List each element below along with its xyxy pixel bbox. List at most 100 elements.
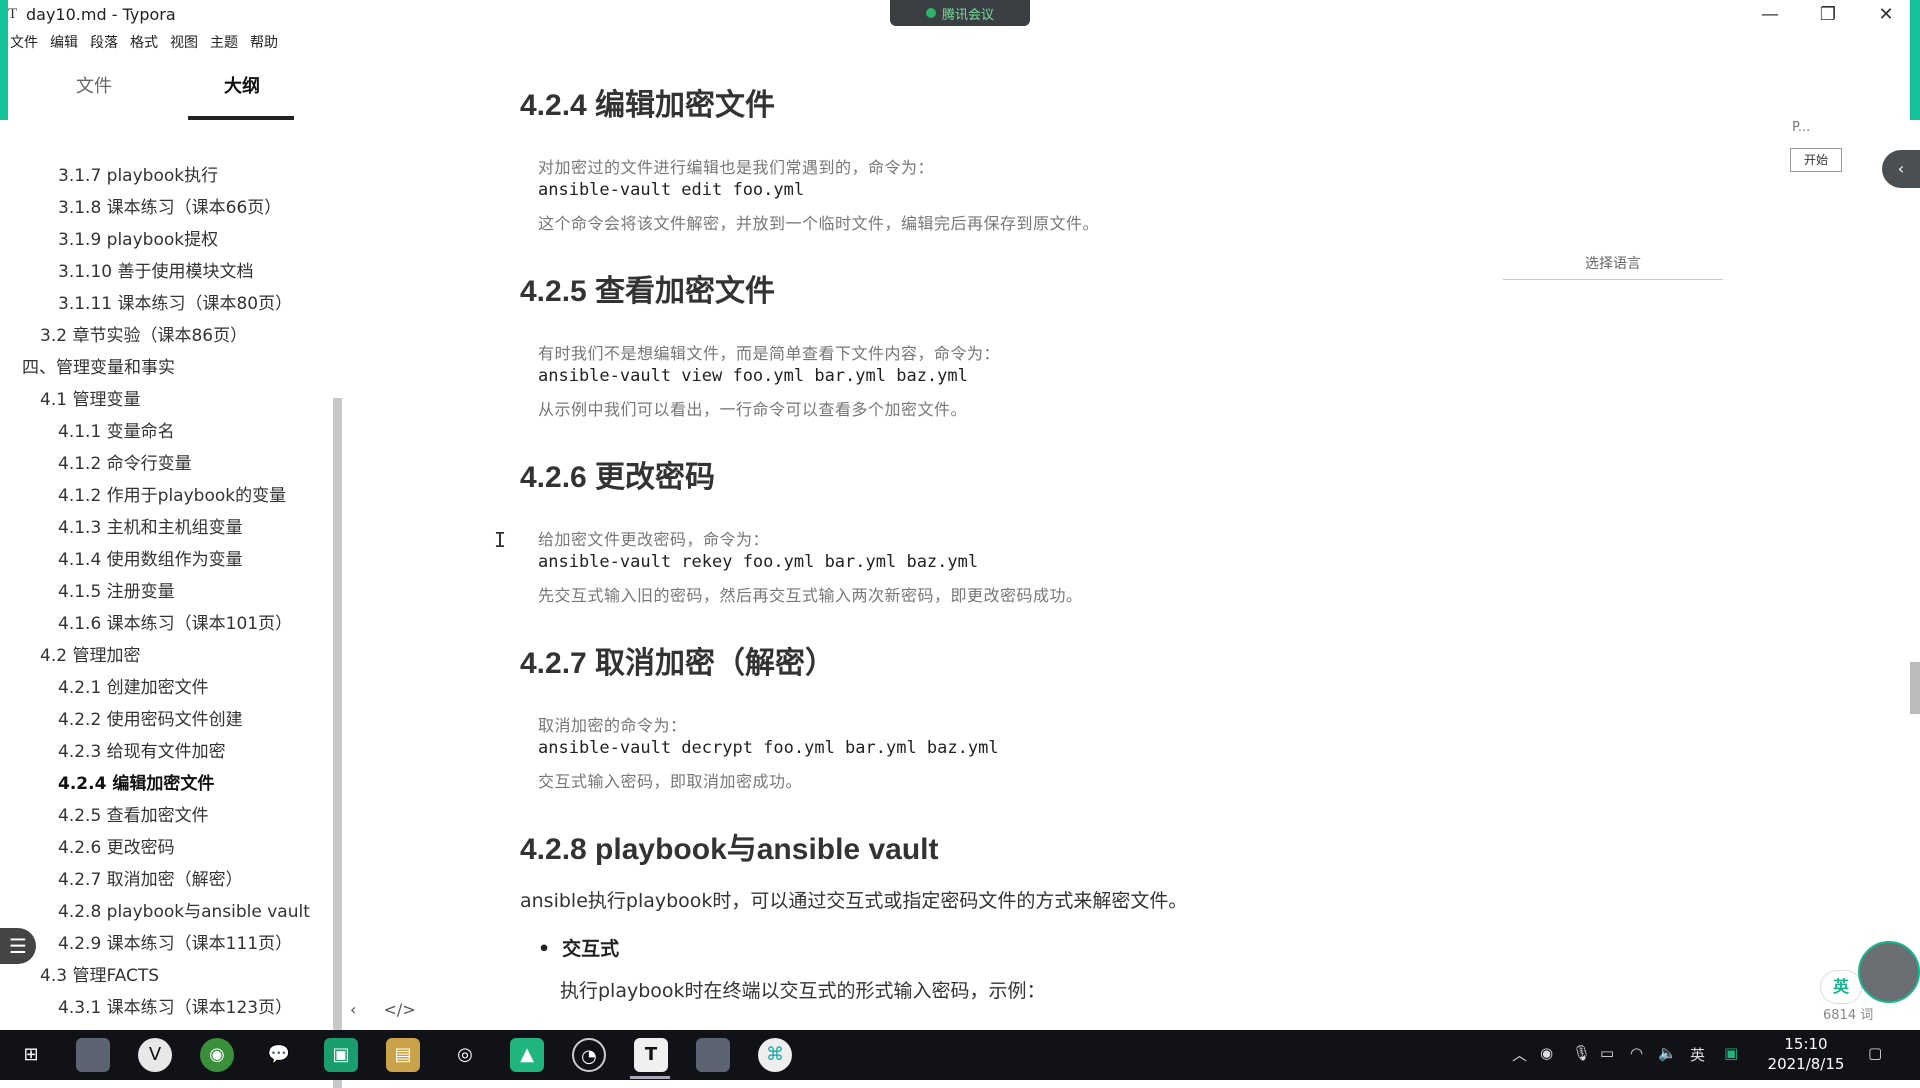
- paragraph-4-2-5-intro[interactable]: 有时我们不是想编辑文件，而是简单查看下文件内容，命令为：: [538, 340, 1000, 364]
- heading-4-2-5[interactable]: 4.2.5 查看加密文件: [520, 266, 775, 310]
- paragraph-4-2-7-intro[interactable]: 取消加密的命令为：: [538, 712, 687, 736]
- browser-v-icon[interactable]: V: [138, 1038, 172, 1072]
- outline-item[interactable]: 3.1.7 playbook执行: [8, 160, 328, 192]
- heading-4-2-7[interactable]: 4.2.7 取消加密（解密）: [520, 638, 835, 682]
- player-app-icon[interactable]: ◔: [572, 1038, 606, 1072]
- outline-item[interactable]: 4.2.1 创建加密文件: [8, 672, 328, 704]
- outline-item[interactable]: 4.1.3 主机和主机组变量: [8, 512, 328, 544]
- outline-toggle-icon[interactable]: ☰: [0, 928, 36, 964]
- start-button[interactable]: 开始: [1790, 148, 1842, 172]
- tab-files[interactable]: 文件: [76, 72, 112, 98]
- volume-icon[interactable]: 🔈: [1658, 1044, 1677, 1062]
- outline-item[interactable]: 4.1.4 使用数组作为变量: [8, 544, 328, 576]
- network-icon[interactable]: ◠: [1630, 1044, 1643, 1062]
- menu-format[interactable]: 格式: [128, 32, 164, 54]
- cloud-app-icon[interactable]: ⌘: [758, 1038, 792, 1072]
- active-tab-indicator: [188, 116, 294, 120]
- paragraph-4-2-4-intro[interactable]: 对加密过的文件进行编辑也是我们常遇到的，命令为：: [538, 154, 934, 178]
- sidebar-scrollbar[interactable]: [333, 398, 342, 1088]
- document-content[interactable]: 4.2.4 编辑加密文件 对加密过的文件进行编辑也是我们常遇到的，命令为： an…: [520, 60, 1520, 1028]
- tray-expand-icon[interactable]: ︿: [1512, 1044, 1527, 1065]
- notification-icon[interactable]: ▢: [1868, 1044, 1882, 1062]
- outline-item[interactable]: 4.2.6 更改密码: [8, 832, 328, 864]
- outline-item[interactable]: 4.1 管理变量: [8, 384, 328, 416]
- outline-item[interactable]: 4.1.2 作用于playbook的变量: [8, 480, 328, 512]
- outline-item[interactable]: 4.2.7 取消加密（解密）: [8, 864, 328, 896]
- wechat-icon[interactable]: 💬: [262, 1038, 296, 1072]
- active-app-indicator: [630, 1076, 670, 1079]
- meeting-badge[interactable]: 腾讯会议: [890, 0, 1030, 26]
- typora-taskbar-icon[interactable]: T: [634, 1038, 668, 1072]
- heading-4-2-8[interactable]: 4.2.8 playbook与ansible vault: [520, 824, 938, 868]
- file-explorer-icon[interactable]: ▤: [386, 1038, 420, 1072]
- menu-file[interactable]: 文件: [8, 32, 44, 54]
- heading-4-2-6[interactable]: 4.2.6 更改密码: [520, 452, 715, 496]
- paragraph-4-2-5-note[interactable]: 从示例中我们可以看出，一行命令可以查看多个加密文件。: [538, 396, 967, 420]
- heading-4-2-4[interactable]: 4.2.4 编辑加密文件: [520, 80, 775, 124]
- chrome-icon[interactable]: ◉: [200, 1038, 234, 1072]
- bullet-interactive[interactable]: 交互式: [538, 934, 619, 961]
- meeting-app-icon[interactable]: ▲: [510, 1038, 544, 1072]
- outline-item[interactable]: 4.2.9 课本练习（课本111页）: [8, 928, 328, 960]
- paragraph-4-2-8-sub[interactable]: 执行playbook时在终端以交互式的形式输入密码，示例：: [560, 976, 1046, 1003]
- outline-item[interactable]: 4.1.6 课本练习（课本101页）: [8, 608, 328, 640]
- outline-item[interactable]: 3.1.9 playbook提权: [8, 224, 328, 256]
- outline-item[interactable]: 3.2 章节实验（课本86页）: [8, 320, 328, 352]
- outline-item[interactable]: 4.2.5 查看加密文件: [8, 800, 328, 832]
- menu-paragraph[interactable]: 段落: [88, 32, 124, 54]
- green-app-icon[interactable]: ▣: [324, 1038, 358, 1072]
- paragraph-4-2-6-note[interactable]: 先交互式输入旧的密码，然后再交互式输入两次新密码，即更改密码成功。: [538, 582, 1083, 606]
- image-app-icon[interactable]: [696, 1038, 730, 1072]
- qq-icon[interactable]: ▣: [1724, 1044, 1738, 1062]
- clock-date: 2021/8/15: [1767, 1055, 1845, 1073]
- paragraph-4-2-4-note[interactable]: 这个命令会将该文件解密，并放到一个临时文件，编辑完后再保存到原文件。: [538, 210, 1099, 234]
- ime-badge[interactable]: 英: [1820, 970, 1862, 1004]
- close-button[interactable]: ✕: [1864, 2, 1908, 28]
- outline-item[interactable]: 4.2.8 playbook与ansible vault: [8, 896, 328, 928]
- outline-item[interactable]: 4.2.2 使用密码文件创建: [8, 704, 328, 736]
- code-4-2-5[interactable]: ansible-vault view foo.yml bar.yml baz.y…: [538, 366, 968, 386]
- main-scrollbar[interactable]: [1910, 662, 1920, 714]
- clock-time: 15:10: [1784, 1035, 1828, 1053]
- paragraph-4-2-8[interactable]: ansible执行playbook时，可以通过交互式或指定密码文件的方式来解密文…: [520, 886, 1187, 913]
- battery-icon[interactable]: ▭: [1600, 1044, 1614, 1062]
- minimize-button[interactable]: —: [1748, 2, 1792, 28]
- outline-list: 3.1.7 playbook执行 3.1.8 课本练习（课本66页） 3.1.9 p…: [8, 160, 328, 1056]
- code-4-2-7[interactable]: ansible-vault decrypt foo.yml bar.yml ba…: [538, 738, 999, 758]
- menu-help[interactable]: 帮助: [248, 32, 284, 54]
- restore-button[interactable]: ❐: [1806, 2, 1850, 28]
- outline-item[interactable]: 4.2.4 编辑加密文件: [8, 768, 328, 800]
- outline-item[interactable]: 4.2.3 给现有文件加密: [8, 736, 328, 768]
- outline-item[interactable]: 3.1.10 善于使用模块文档: [8, 256, 328, 288]
- tab-outline[interactable]: 大纲: [224, 72, 260, 98]
- tray-record-icon[interactable]: ◉: [1540, 1044, 1553, 1062]
- back-icon[interactable]: ‹: [350, 1000, 356, 1019]
- source-code-icon[interactable]: </>: [384, 1000, 416, 1019]
- paragraph-4-2-6-intro[interactable]: 给加密文件更改密码，命令为：: [538, 526, 769, 550]
- shell-app-icon[interactable]: ◎: [448, 1038, 482, 1072]
- code-4-2-4[interactable]: ansible-vault edit foo.yml: [538, 180, 804, 200]
- menu-view[interactable]: 视图: [168, 32, 204, 54]
- word-count[interactable]: 6814 词: [1823, 1004, 1873, 1023]
- outline-item[interactable]: 3.1.8 课本练习（课本66页）: [8, 192, 328, 224]
- outline-item[interactable]: 4.1.1 变量命名: [8, 416, 328, 448]
- outline-item[interactable]: 4.3 管理FACTS: [8, 960, 328, 992]
- menu-edit[interactable]: 编辑: [48, 32, 84, 54]
- outline-item[interactable]: 3.1.11 课本练习（课本80页）: [8, 288, 328, 320]
- windows-start-icon[interactable]: ⊞: [14, 1038, 48, 1072]
- outline-item[interactable]: 4.2 管理加密: [8, 640, 328, 672]
- outline-item[interactable]: 4.3.1 课本练习（课本123页）: [8, 992, 328, 1024]
- clock[interactable]: 15:10 2021/8/15: [1766, 1034, 1846, 1074]
- screenshot-app-icon[interactable]: [76, 1038, 110, 1072]
- outline-item[interactable]: 4.1.2 命令行变量: [8, 448, 328, 480]
- paragraph-4-2-7-note[interactable]: 交互式输入密码，即取消加密成功。: [538, 768, 802, 792]
- outline-item[interactable]: 四、管理变量和事实: [8, 352, 328, 384]
- panel-collapse-button[interactable]: ‹: [1882, 150, 1920, 188]
- microphone-icon[interactable]: 🎙: [1572, 1044, 1591, 1062]
- code-4-2-6[interactable]: ansible-vault rekey foo.yml bar.yml baz.…: [538, 552, 978, 572]
- outline-item[interactable]: 4.1.5 注册变量: [8, 576, 328, 608]
- avatar[interactable]: [1858, 941, 1920, 1003]
- select-language[interactable]: 选择语言: [1503, 253, 1723, 280]
- menu-theme[interactable]: 主题: [208, 32, 244, 54]
- ime-indicator[interactable]: 英: [1690, 1044, 1705, 1065]
